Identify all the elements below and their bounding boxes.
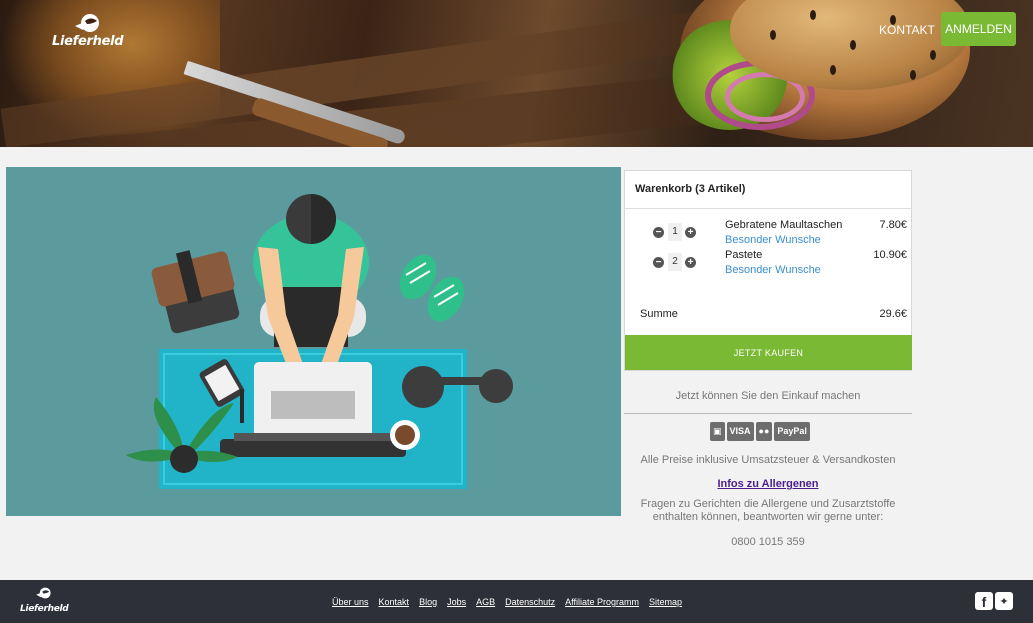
decrease-quantity-button[interactable]: − [653, 227, 664, 238]
cash-icon: ▣ [710, 422, 725, 441]
cart-item: − 2 + Pastete Besonder Wunsche 10.90€ [625, 247, 911, 277]
phone-number: 0800 1015 359 [731, 536, 805, 548]
logo-text: Lieferheld [52, 34, 124, 49]
allergen-question-text: Fragen zu Gerichten die Allergene und Zu… [640, 498, 896, 523]
footer-links: Über uns Kontakt Blog Jobs AGB Datenschutz Aff… [332, 597, 692, 607]
anmelden-button[interactable]: ANMELDEN [941, 12, 1016, 46]
allergen-info-link[interactable]: Infos zu Allergenen [624, 478, 912, 490]
mastercard-icon: ●● [755, 422, 773, 441]
item-name: Gebratene Maultaschen [725, 219, 843, 231]
lieferheld-logo[interactable]: Lieferheld [52, 12, 124, 50]
lieferheld-logo-icon [74, 14, 99, 32]
workspace-illustration [6, 167, 621, 516]
item-price: 10.90€ [873, 249, 907, 261]
special-request-link[interactable]: Besonder Wunsche [725, 264, 821, 276]
item-price: 7.80€ [879, 219, 907, 231]
payment-methods: ▣ VISA ●● PayPal [710, 422, 812, 442]
footer-link-agb[interactable]: AGB [476, 597, 495, 607]
quantity-value[interactable]: 1 [668, 223, 682, 241]
footer-link-affiliate[interactable]: Affiliate Programm [565, 597, 639, 607]
paypal-icon: PayPal [774, 422, 810, 441]
increase-quantity-button[interactable]: + [685, 227, 696, 238]
footer-link-datenschutz[interactable]: Datenschutz [505, 597, 555, 607]
hero-illustration [6, 167, 621, 516]
lieferheld-logo-icon [36, 587, 51, 599]
item-name: Pastete [725, 249, 763, 261]
nav-kontakt-link[interactable]: KONTAKT [879, 23, 935, 37]
header-banner: Lieferheld KONTAKT ANMELDEN [0, 0, 1033, 147]
quantity-stepper: − 1 + [653, 223, 703, 243]
sum-label: Summe [640, 308, 678, 320]
footer-link-ueber-uns[interactable]: Über uns [332, 597, 369, 607]
quantity-stepper: − 2 + [653, 253, 703, 273]
facebook-icon[interactable]: f [975, 592, 993, 610]
shopping-cart: Warenkorb (3 Artikel) − 1 + Gebratene Ma… [624, 170, 912, 371]
buy-now-button[interactable]: JETZT KAUFEN [625, 335, 912, 370]
twitter-icon[interactable]: ✦ [995, 592, 1013, 610]
cart-item: − 1 + Gebratene Maultaschen Besonder Wun… [625, 217, 911, 247]
footer-link-sitemap[interactable]: Sitemap [649, 597, 682, 607]
footer-logo-text: Lieferheld [20, 604, 69, 614]
decrease-quantity-button[interactable]: − [653, 257, 664, 268]
visa-icon: VISA [726, 422, 754, 441]
special-request-link[interactable]: Besonder Wunsche [725, 234, 821, 246]
footer-link-jobs[interactable]: Jobs [447, 597, 466, 607]
quantity-value[interactable]: 2 [668, 253, 682, 271]
footer-logo[interactable]: Lieferheld [20, 586, 69, 616]
divider [624, 413, 912, 414]
purchase-ready-text: Jetzt können Sie den Einkauf machen [675, 390, 861, 402]
price-notice: Alle Preise inklusive Umsatzsteuer & Ver… [640, 454, 896, 466]
footer-link-kontakt[interactable]: Kontakt [379, 597, 410, 607]
cart-title: Warenkorb (3 Artikel) [625, 171, 911, 209]
increase-quantity-button[interactable]: + [685, 257, 696, 268]
footer-link-blog[interactable]: Blog [419, 597, 437, 607]
sum-value: 29.6€ [879, 308, 907, 320]
footer: Lieferheld Über uns Kontakt Blog Jobs AGB Dat… [0, 580, 1033, 623]
